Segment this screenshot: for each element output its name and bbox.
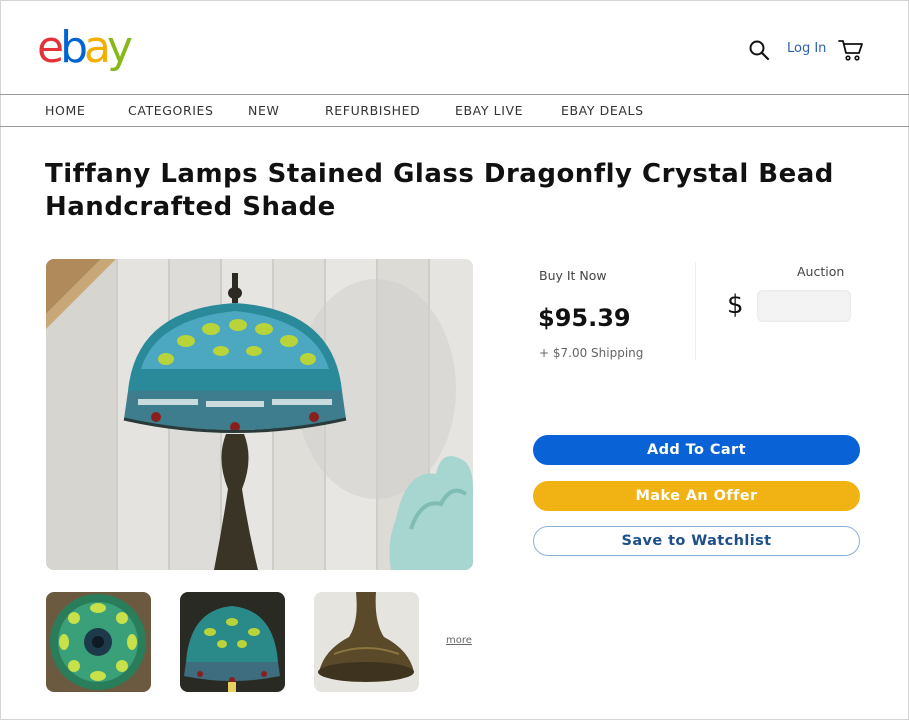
logo-letter-e: e	[37, 22, 64, 73]
nav-item-ebay-live[interactable]: EBAY LIVE	[455, 103, 523, 118]
lamp-photo	[46, 259, 473, 570]
shipping-cost: + $7.00 Shipping	[539, 346, 644, 360]
search-icon[interactable]	[748, 39, 770, 61]
product-title: Tiffany Lamps Stained Glass Dragonfly Cr…	[45, 159, 834, 222]
thumbnail-1[interactable]	[46, 592, 151, 692]
more-images-link[interactable]: more	[446, 635, 472, 646]
login-link[interactable]: Log In	[787, 41, 826, 56]
nav-item-refurbished[interactable]: REFURBISHED	[325, 103, 420, 118]
nav-item-new[interactable]: NEW	[248, 103, 279, 118]
buy-it-now-price: $95.39	[538, 304, 631, 332]
header: ebay Log In	[0, 0, 909, 95]
add-to-cart-button[interactable]: Add To Cart	[533, 435, 860, 465]
make-an-offer-button[interactable]: Make An Offer	[533, 481, 860, 511]
pricing-divider	[695, 262, 696, 360]
bid-currency-symbol: $	[727, 290, 744, 320]
ebay-logo[interactable]: ebay	[37, 22, 133, 73]
bid-amount-input[interactable]	[757, 290, 851, 322]
thumbnail-3-image	[314, 592, 419, 692]
logo-letter-a: a	[84, 22, 111, 73]
logo-letter-b: b	[60, 22, 88, 73]
nav-item-categories[interactable]: CATEGORIES	[128, 103, 214, 118]
thumbnail-3[interactable]	[314, 592, 419, 692]
buy-it-now-label: Buy It Now	[539, 268, 607, 283]
save-to-watchlist-button[interactable]: Save to Watchlist	[533, 526, 860, 556]
logo-letter-y: y	[106, 22, 133, 73]
thumbnail-2[interactable]	[180, 592, 285, 692]
auction-label: Auction	[797, 264, 845, 279]
nav-item-home[interactable]: HOME	[45, 103, 85, 118]
category-nav: HOME CATEGORIES NEW REFURBISHED EBAY LIV…	[0, 95, 909, 127]
nav-item-ebay-deals[interactable]: EBAY DEALS	[561, 103, 644, 118]
thumbnail-1-image	[46, 592, 151, 692]
main-product-image[interactable]	[46, 259, 473, 570]
cart-icon[interactable]	[838, 38, 864, 62]
thumbnail-2-image	[180, 592, 285, 692]
